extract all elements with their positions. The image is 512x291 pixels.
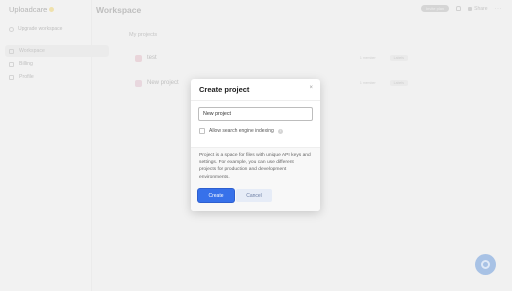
- dialog-title: Create project: [199, 85, 250, 94]
- create-button[interactable]: Create: [198, 189, 234, 202]
- checkbox-label: Allow search engine indexing: [209, 128, 274, 134]
- dialog-divider: [191, 100, 320, 101]
- chat-icon: [481, 260, 490, 269]
- search-indexing-checkbox[interactable]: [199, 128, 205, 134]
- search-indexing-option[interactable]: Allow search engine indexing i: [199, 128, 283, 134]
- cancel-button[interactable]: Cancel: [236, 189, 272, 202]
- project-name-input[interactable]: [198, 107, 313, 121]
- chat-support-button[interactable]: [475, 254, 496, 275]
- dialog-description: Project is a space for files with unique…: [199, 153, 311, 180]
- close-icon[interactable]: ×: [309, 85, 313, 91]
- info-icon[interactable]: i: [277, 128, 283, 134]
